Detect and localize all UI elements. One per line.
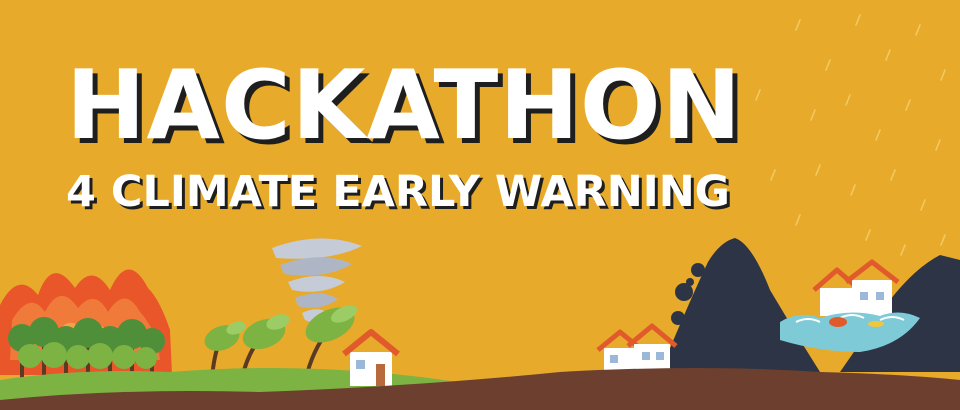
banner-subtitle: 4 CLIMATE EARLY WARNING bbox=[66, 167, 730, 217]
landslide-illustration bbox=[660, 238, 960, 372]
house-icon bbox=[342, 329, 400, 386]
village-houses bbox=[596, 323, 678, 374]
hackathon-banner: HACKATHON 4 CLIMATE EARLY WARNING bbox=[0, 0, 960, 410]
bent-trees bbox=[204, 305, 358, 379]
banner-title: HACKATHON bbox=[66, 51, 743, 161]
